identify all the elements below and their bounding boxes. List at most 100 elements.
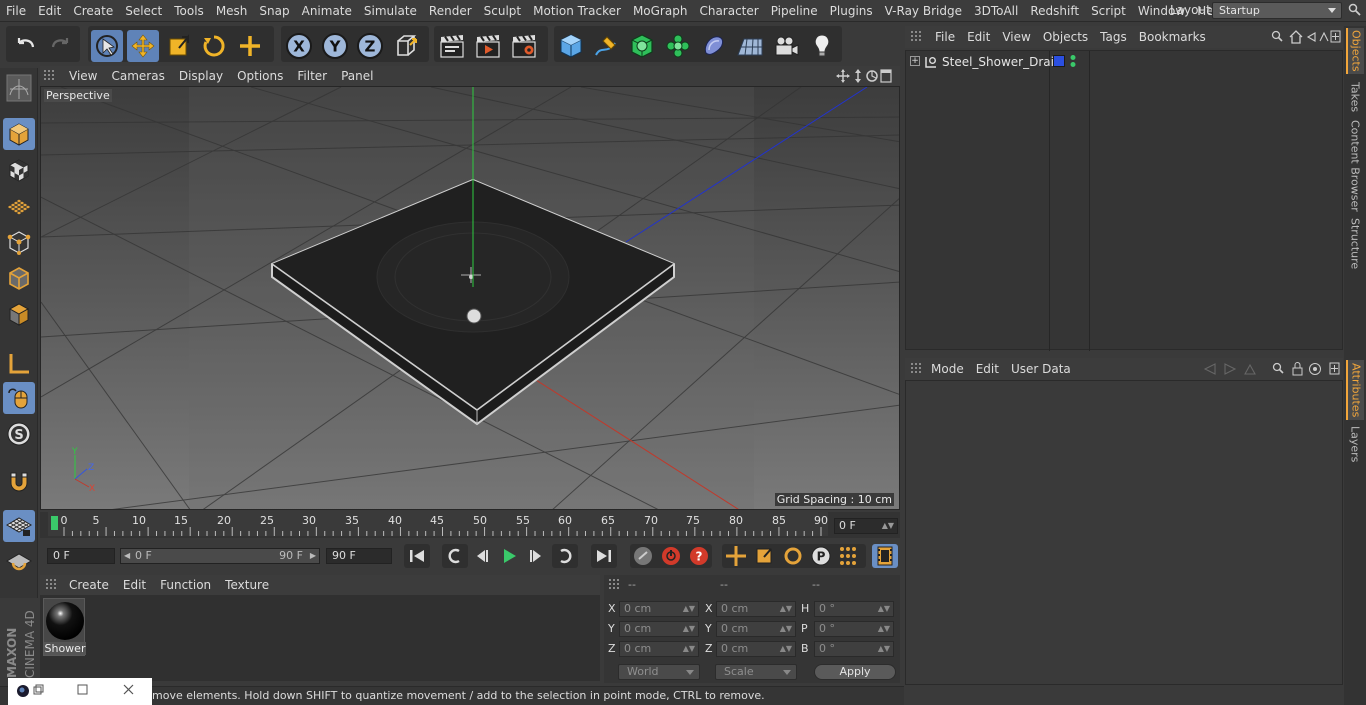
stepper-arrows-icon[interactable]: ▲▼ bbox=[683, 642, 695, 656]
coordinate-space-dropdown[interactable]: World bbox=[618, 664, 700, 680]
cloner-button[interactable] bbox=[662, 30, 694, 62]
menu-file[interactable]: File bbox=[0, 0, 32, 22]
menu-simulate[interactable]: Simulate bbox=[358, 0, 423, 22]
pen-spline-button[interactable] bbox=[590, 30, 622, 62]
make-editable-button[interactable] bbox=[3, 72, 35, 104]
menu-vray-bridge[interactable]: V-Ray Bridge bbox=[879, 0, 968, 22]
size-z-field[interactable]: 0 cm ▲▼ bbox=[716, 641, 796, 657]
camera-object-button[interactable] bbox=[770, 30, 802, 62]
menu-mograph[interactable]: MoGraph bbox=[627, 0, 694, 22]
stepper-arrows-icon[interactable]: ▲▼ bbox=[780, 602, 792, 616]
menu-motion-tracker[interactable]: Motion Tracker bbox=[527, 0, 627, 22]
undo-button[interactable] bbox=[10, 30, 42, 62]
tab-attributes[interactable]: Attributes bbox=[1346, 360, 1364, 420]
apply-button[interactable]: Apply bbox=[814, 664, 896, 680]
subdivision-surface-button[interactable] bbox=[626, 30, 658, 62]
panel-grip-icon[interactable] bbox=[46, 579, 58, 591]
object-menu-bookmarks[interactable]: Bookmarks bbox=[1133, 30, 1212, 44]
coordinate-system-button[interactable] bbox=[391, 30, 423, 62]
menu-sculpt[interactable]: Sculpt bbox=[478, 0, 527, 22]
attributes-menu-user-data[interactable]: User Data bbox=[1005, 362, 1077, 376]
size-y-field[interactable]: 0 cm ▲▼ bbox=[716, 621, 796, 637]
panel-grip-icon[interactable] bbox=[44, 70, 56, 82]
stepper-arrows-icon[interactable]: ▲▼ bbox=[780, 642, 792, 656]
menu-3dtoall[interactable]: 3DToAll bbox=[968, 0, 1024, 22]
close-button[interactable] bbox=[118, 682, 140, 700]
size-mode-dropdown[interactable]: Scale bbox=[715, 664, 797, 680]
start-frame-field[interactable]: 0 F bbox=[47, 548, 115, 564]
material-manager-area[interactable]: Shower bbox=[40, 595, 600, 681]
live-selection-button[interactable] bbox=[91, 30, 123, 62]
viewport-menu-panel[interactable]: Panel bbox=[334, 69, 380, 83]
rotation-b-field[interactable]: 0 ° ▲▼ bbox=[814, 641, 894, 657]
position-x-field[interactable]: 0 cm ▲▼ bbox=[619, 601, 699, 617]
restore-button[interactable] bbox=[28, 682, 46, 700]
points-mode-button[interactable] bbox=[3, 226, 35, 258]
menu-script[interactable]: Script bbox=[1085, 0, 1132, 22]
attributes-panel[interactable] bbox=[905, 380, 1343, 685]
stepper-arrows-icon[interactable]: ▲▼ bbox=[780, 622, 792, 636]
stepper-arrows-icon[interactable]: ▲▼ bbox=[878, 642, 890, 656]
tab-layers[interactable]: Layers bbox=[1346, 424, 1364, 464]
panel-grip-icon[interactable] bbox=[911, 31, 923, 43]
material-menu-create[interactable]: Create bbox=[62, 578, 116, 592]
stepper-arrows-icon[interactable]: ▲▼ bbox=[878, 602, 890, 616]
perspective-viewport[interactable]: Y Z X Perspective Grid Spacing : 10 cm bbox=[40, 86, 900, 510]
timeline[interactable]: 0 5 10 15 20 25 30 35 40 45 50 55 60 65 … bbox=[40, 512, 900, 538]
layout-dropdown[interactable]: Startup bbox=[1212, 2, 1342, 19]
floor-object-button[interactable] bbox=[734, 30, 766, 62]
model-mode-button[interactable] bbox=[3, 118, 35, 150]
rotation-h-field[interactable]: 0 ° ▲▼ bbox=[814, 601, 894, 617]
attributes-menu-mode[interactable]: Mode bbox=[925, 362, 970, 376]
timeline-ruler[interactable]: 0 5 10 15 20 25 30 35 40 45 50 55 60 65 … bbox=[48, 512, 828, 536]
size-x-field[interactable]: 0 cm ▲▼ bbox=[716, 601, 796, 617]
menu-edit[interactable]: Edit bbox=[32, 0, 67, 22]
current-frame-field[interactable]: 0 F ▲▼ bbox=[834, 518, 898, 534]
object-menu-file[interactable]: File bbox=[929, 30, 961, 44]
object-manager-list[interactable]: + Steel_Shower_Drain bbox=[905, 50, 1343, 351]
object-row[interactable]: + Steel_Shower_Drain bbox=[906, 53, 1062, 71]
tab-structure[interactable]: Structure bbox=[1346, 216, 1364, 272]
go-to-previous-keyframe-button[interactable] bbox=[442, 544, 468, 568]
material-menu-function[interactable]: Function bbox=[153, 578, 218, 592]
menu-redshift[interactable]: Redshift bbox=[1024, 0, 1085, 22]
layer-color-swatch[interactable] bbox=[1053, 55, 1065, 67]
workplane-lock-button[interactable] bbox=[3, 510, 35, 542]
play-button[interactable] bbox=[496, 544, 522, 568]
tweak-mode-button[interactable] bbox=[3, 382, 35, 414]
panel-grip-icon[interactable] bbox=[609, 579, 621, 591]
material-menu-edit[interactable]: Edit bbox=[116, 578, 153, 592]
stepper-arrows-icon[interactable]: ▲▼ bbox=[878, 622, 890, 636]
position-z-field[interactable]: 0 cm ▲▼ bbox=[619, 641, 699, 657]
redo-button[interactable] bbox=[44, 30, 76, 62]
x-axis-lock-button[interactable]: X bbox=[283, 30, 315, 62]
z-axis-lock-button[interactable]: Z bbox=[354, 30, 386, 62]
menu-character[interactable]: Character bbox=[693, 0, 764, 22]
menu-create[interactable]: Create bbox=[67, 0, 119, 22]
step-back-button[interactable] bbox=[469, 544, 495, 568]
panel-grip-icon[interactable] bbox=[911, 363, 923, 375]
menu-pipeline[interactable]: Pipeline bbox=[765, 0, 824, 22]
viewport-menu-view[interactable]: View bbox=[62, 69, 104, 83]
transform-tool-button[interactable] bbox=[234, 30, 266, 62]
scale-tool-button[interactable] bbox=[163, 30, 195, 62]
render-view-button[interactable] bbox=[436, 30, 468, 62]
edges-mode-button[interactable] bbox=[3, 262, 35, 294]
viewport-menu-filter[interactable]: Filter bbox=[290, 69, 334, 83]
timeline-window-button[interactable] bbox=[872, 544, 898, 568]
position-y-field[interactable]: 0 cm ▲▼ bbox=[619, 621, 699, 637]
tab-content-browser[interactable]: Content Browser bbox=[1346, 120, 1364, 212]
light-object-button[interactable] bbox=[806, 30, 838, 62]
object-menu-tags[interactable]: Tags bbox=[1094, 30, 1133, 44]
solo-mode-button[interactable]: S bbox=[3, 418, 35, 450]
deformer-button[interactable] bbox=[698, 30, 730, 62]
menu-tools[interactable]: Tools bbox=[168, 0, 210, 22]
viewport-menu-display[interactable]: Display bbox=[172, 69, 230, 83]
expand-plus-icon[interactable]: + bbox=[910, 56, 920, 66]
visibility-dots-icon[interactable] bbox=[1069, 54, 1077, 68]
tab-takes[interactable]: Takes bbox=[1346, 78, 1364, 116]
y-axis-lock-button[interactable]: Y bbox=[319, 30, 351, 62]
menu-select[interactable]: Select bbox=[119, 0, 168, 22]
texture-mode-button[interactable] bbox=[3, 154, 35, 186]
menu-render[interactable]: Render bbox=[423, 0, 478, 22]
